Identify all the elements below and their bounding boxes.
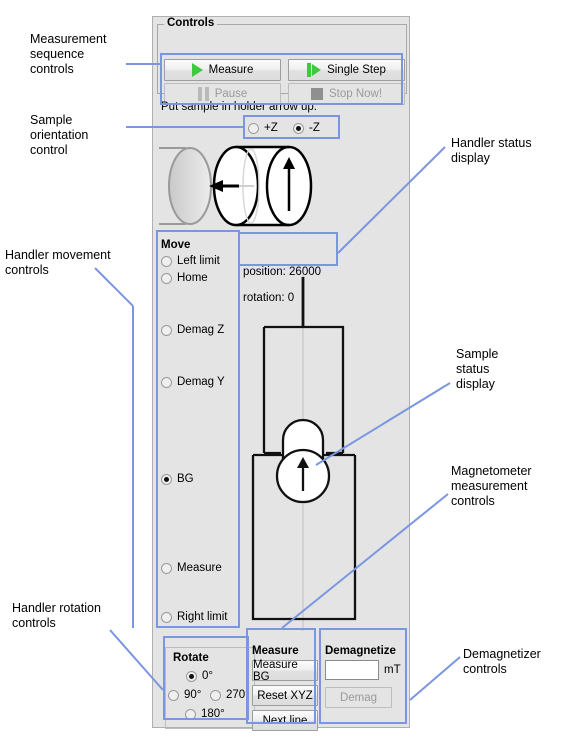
annotation-sample-orientation-control: Sample orientation control	[30, 113, 89, 157]
demagnetize-unit-label: mT	[384, 664, 401, 676]
radio-icon	[248, 122, 259, 134]
radio-icon	[161, 562, 172, 574]
magnetometer-schematic	[251, 275, 357, 631]
radio-icon	[161, 272, 172, 284]
next-line-button-label: Next line	[262, 714, 308, 727]
sample-instruction-label: Put sample in holder arrow up.	[161, 101, 317, 113]
measure-bg-button[interactable]: Measure BG	[252, 658, 318, 683]
move-bg-label: BG	[177, 473, 194, 485]
move-right-limit-label: Right limit	[177, 611, 228, 623]
orientation-radio-minus-z[interactable]: -Z	[293, 122, 320, 134]
move-section-title: Move	[161, 239, 191, 251]
annotation-handler-status-display: Handler status display	[451, 136, 532, 165]
single-step-button[interactable]: Single Step	[288, 59, 405, 81]
rotate-90-label: 90°	[184, 689, 202, 701]
annotation-handler-movement-controls: Handler movement controls	[5, 248, 111, 277]
single-step-icon	[307, 63, 322, 77]
demagnetize-field[interactable]	[325, 660, 379, 680]
reset-xyz-button-label: Reset XYZ	[257, 689, 313, 702]
measure-button[interactable]: Measure	[164, 59, 281, 81]
annotation-magnetometer-measurement-controls: Magnetometer measurement controls	[451, 464, 532, 508]
move-radio-home[interactable]: Home	[161, 272, 208, 284]
rotate-0-label: 0°	[202, 670, 213, 682]
annotation-handler-rotation-controls: Handler rotation controls	[12, 601, 101, 630]
radio-icon	[185, 708, 196, 720]
radio-icon	[168, 689, 179, 701]
screenshot-root: Controls Measure Single Step Pause Stop …	[0, 0, 566, 748]
demag-button[interactable]: Demag	[325, 687, 392, 708]
move-radio-right-limit[interactable]: Right limit	[161, 611, 227, 623]
radio-icon	[161, 473, 172, 485]
move-radio-bg[interactable]: BG	[161, 473, 194, 485]
move-measure-label: Measure	[177, 562, 222, 574]
orientation-plus-z-label: +Z	[264, 122, 278, 134]
next-line-button[interactable]: Next line	[252, 710, 318, 731]
move-home-label: Home	[177, 272, 208, 284]
play-icon	[191, 63, 203, 77]
orientation-minus-z-label: -Z	[309, 122, 320, 134]
move-radio-demag-z[interactable]: Demag Z	[161, 324, 224, 336]
move-radio-demag-y[interactable]: Demag Y	[161, 376, 225, 388]
rotate-radio-270[interactable]: 270°	[210, 689, 250, 701]
rotate-270-label: 270°	[226, 689, 250, 701]
move-radio-left-limit[interactable]: Left limit	[161, 255, 220, 267]
radio-icon	[161, 611, 172, 623]
rotate-180-label: 180°	[201, 708, 225, 720]
rotate-radio-0[interactable]: 0°	[186, 670, 213, 682]
radio-icon	[161, 324, 172, 336]
radio-icon	[210, 689, 221, 701]
move-demag-y-label: Demag Y	[177, 376, 225, 388]
demagnetize-section-title: Demagnetize	[325, 645, 396, 657]
move-radio-measure[interactable]: Measure	[161, 562, 222, 574]
stop-now-button-label: Stop Now!	[328, 88, 383, 100]
radio-icon	[161, 255, 172, 267]
radio-icon	[161, 376, 172, 388]
rotate-section-title: Rotate	[173, 652, 209, 664]
stop-icon	[310, 88, 323, 100]
rotate-radio-180[interactable]: 180°	[185, 708, 225, 720]
measure-button-label: Measure	[208, 64, 254, 76]
rotate-radio-90[interactable]: 90°	[168, 689, 201, 701]
annotation-sample-status-display: Sample status display	[456, 347, 499, 391]
radio-icon	[186, 670, 197, 682]
single-step-button-label: Single Step	[327, 64, 386, 76]
measure-section-title: Measure	[252, 645, 299, 657]
reset-xyz-button[interactable]: Reset XYZ	[252, 685, 318, 706]
annotation-demagnetizer-controls: Demagnetizer controls	[463, 647, 541, 676]
measure-bg-button-label: Measure BG	[253, 658, 298, 683]
move-left-limit-label: Left limit	[177, 255, 220, 267]
application-panel: Controls Measure Single Step Pause Stop …	[152, 16, 410, 731]
pause-button-label: Pause	[214, 88, 248, 100]
annotation-measurement-sequence-controls: Measurement sequence controls	[30, 32, 107, 76]
demag-button-label: Demag	[339, 691, 378, 704]
orientation-radio-plus-z[interactable]: +Z	[248, 122, 278, 134]
controls-groupbox-title: Controls	[164, 17, 218, 29]
sample-holder-illustration	[159, 145, 313, 227]
radio-icon	[293, 122, 304, 134]
move-demag-z-label: Demag Z	[177, 324, 225, 336]
pause-icon	[197, 87, 209, 101]
